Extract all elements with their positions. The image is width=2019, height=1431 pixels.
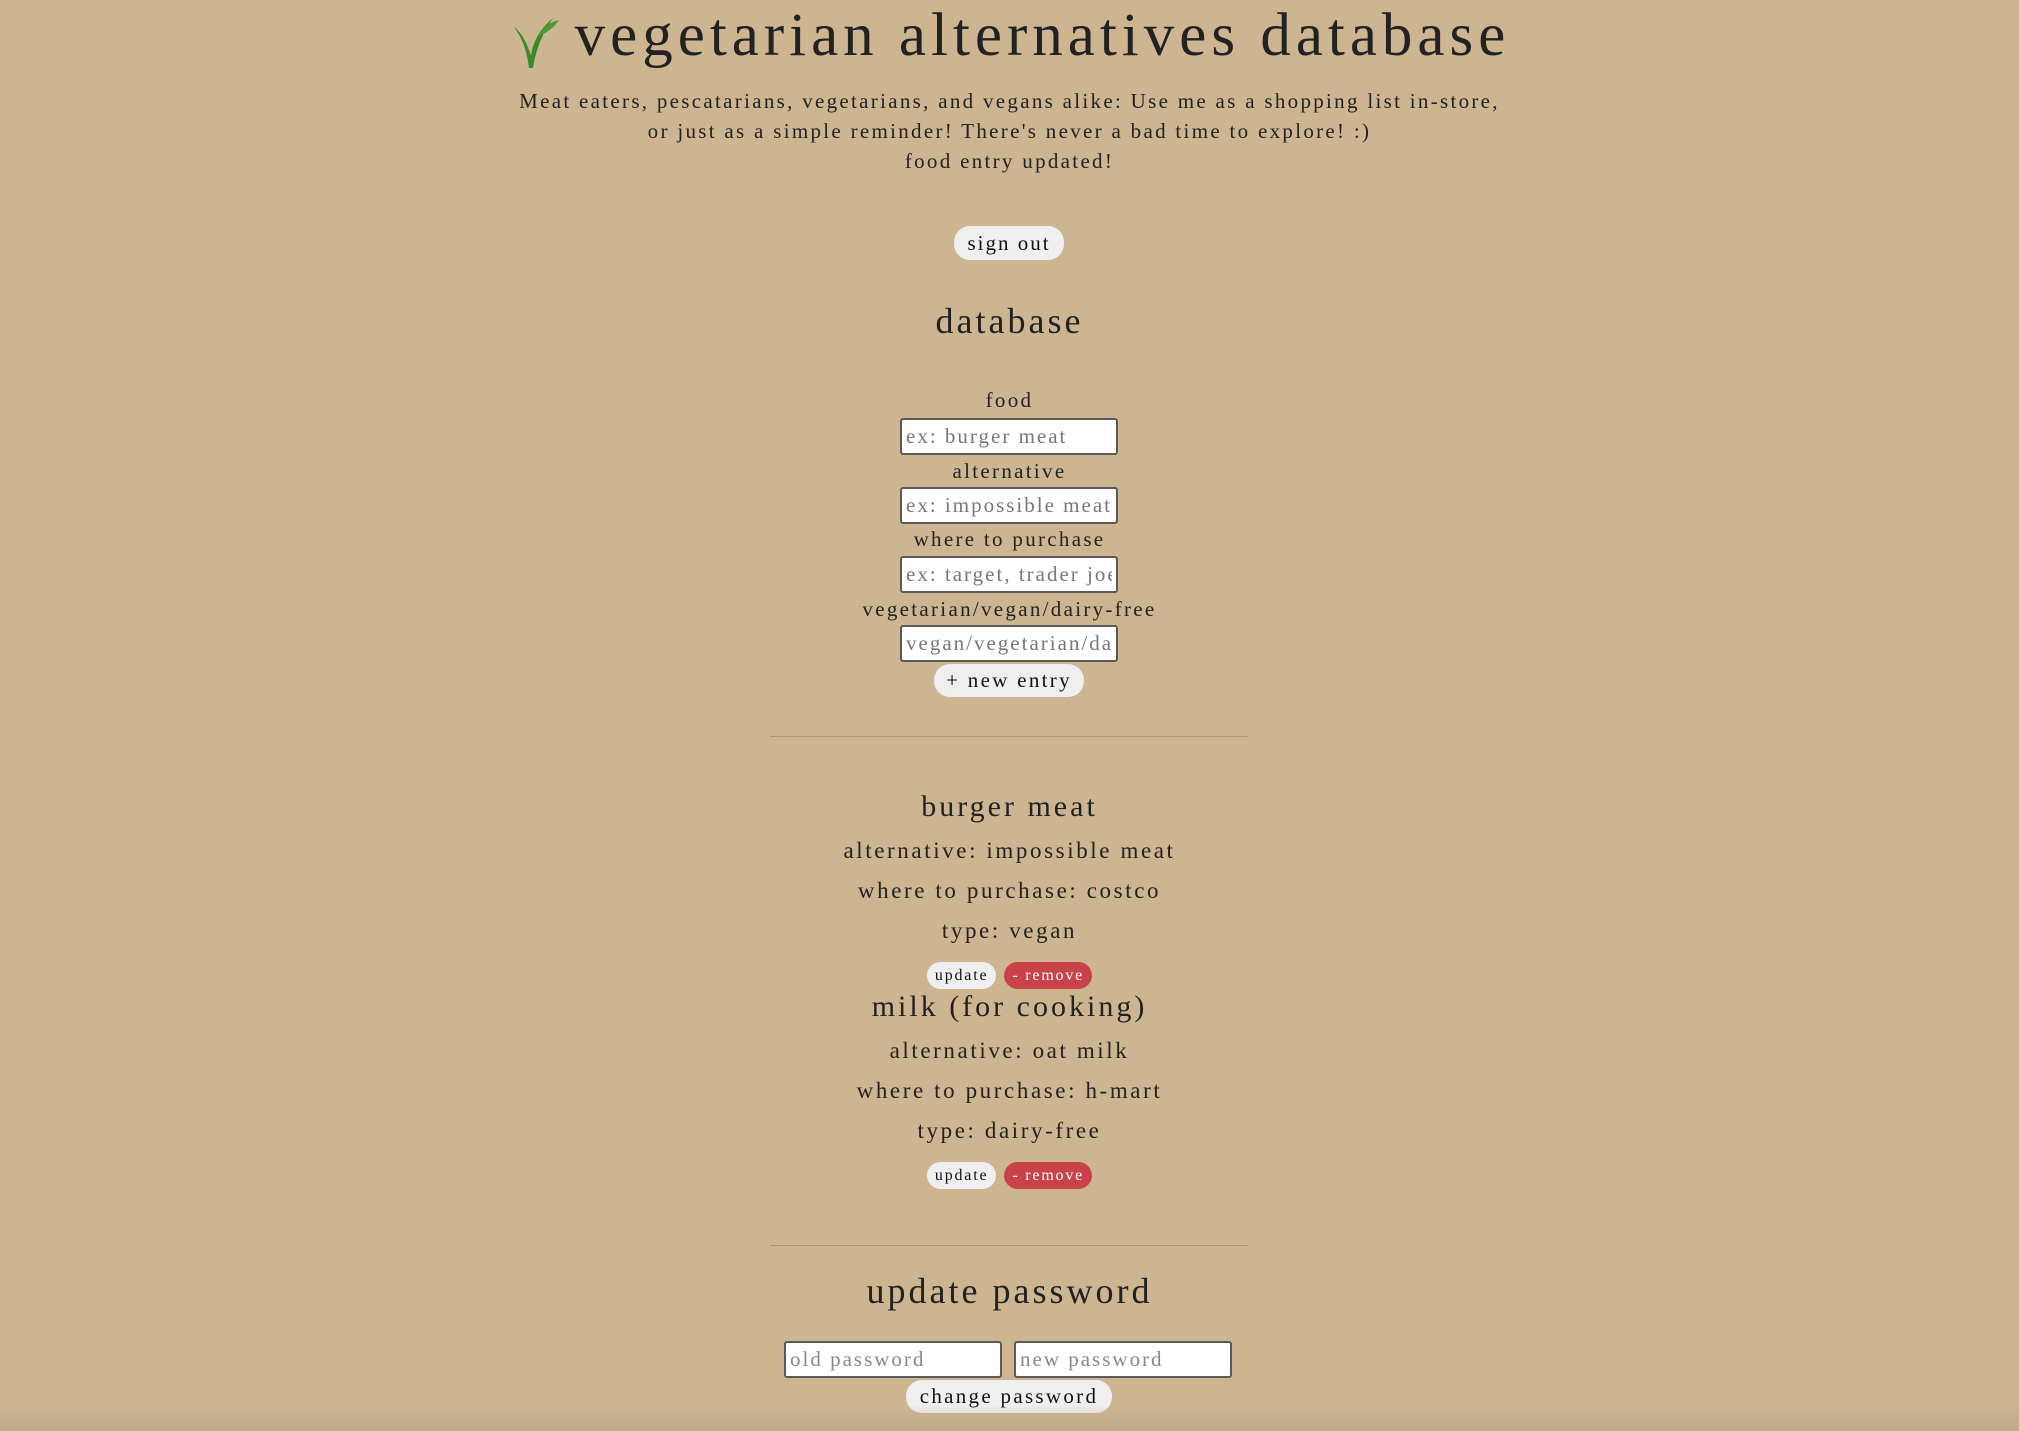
entry-purchase: where to purchase: h-mart bbox=[856, 1078, 1163, 1103]
status-message: food entry updated! bbox=[904, 149, 1115, 173]
update-button[interactable]: update bbox=[926, 962, 997, 989]
entry-type: type: dairy-free bbox=[917, 1118, 1102, 1143]
entry-purchase: where to purchase: costco bbox=[857, 878, 1162, 903]
entry-type: type: vegan bbox=[941, 918, 1078, 943]
sign-out-button[interactable]: sign out bbox=[954, 226, 1064, 260]
page: vegetarian alternatives database Meat ea… bbox=[0, 0, 2019, 1431]
change-password-button[interactable]: change password bbox=[906, 1380, 1112, 1413]
leaf-sprout-icon bbox=[509, 12, 561, 70]
entry-actions: update - remove bbox=[0, 962, 2019, 989]
type-input[interactable] bbox=[900, 625, 1118, 662]
update-password-title: update password bbox=[866, 1271, 1153, 1311]
entry-actions: update - remove bbox=[0, 1162, 2019, 1189]
update-button[interactable]: update bbox=[926, 1162, 997, 1189]
old-password-input[interactable] bbox=[784, 1341, 1002, 1378]
divider bbox=[770, 1245, 1248, 1246]
tagline-line-1: Meat eaters, pescatarians, vegetarians, … bbox=[519, 89, 1500, 113]
new-password-input[interactable] bbox=[1014, 1341, 1232, 1378]
database-title: database bbox=[935, 301, 1084, 341]
remove-button[interactable]: - remove bbox=[1004, 1162, 1093, 1189]
header: vegetarian alternatives database Meat ea… bbox=[0, 4, 2019, 176]
where-to-purchase-input[interactable] bbox=[900, 556, 1118, 593]
remove-button[interactable]: - remove bbox=[1004, 962, 1093, 989]
entry-alternative: alternative: impossible meat bbox=[843, 838, 1176, 863]
food-label: food bbox=[985, 388, 1034, 412]
alternative-label: alternative bbox=[952, 459, 1067, 483]
tagline-line-2: or just as a simple reminder! There's ne… bbox=[647, 119, 1372, 143]
where-to-purchase-label: where to purchase bbox=[913, 527, 1106, 551]
title-row: vegetarian alternatives database bbox=[0, 4, 2019, 68]
food-input[interactable] bbox=[900, 418, 1118, 455]
divider bbox=[770, 736, 1248, 737]
new-entry-button[interactable]: + new entry bbox=[934, 664, 1084, 697]
app-title: vegetarian alternatives database bbox=[574, 2, 1511, 69]
entry-food-title: milk (for cooking) bbox=[871, 990, 1148, 1023]
alternative-input[interactable] bbox=[900, 487, 1118, 524]
entry-alternative: alternative: oat milk bbox=[889, 1038, 1130, 1063]
type-label: vegetarian/vegan/dairy-free bbox=[862, 597, 1157, 621]
entry-food-title: burger meat bbox=[921, 790, 1098, 823]
